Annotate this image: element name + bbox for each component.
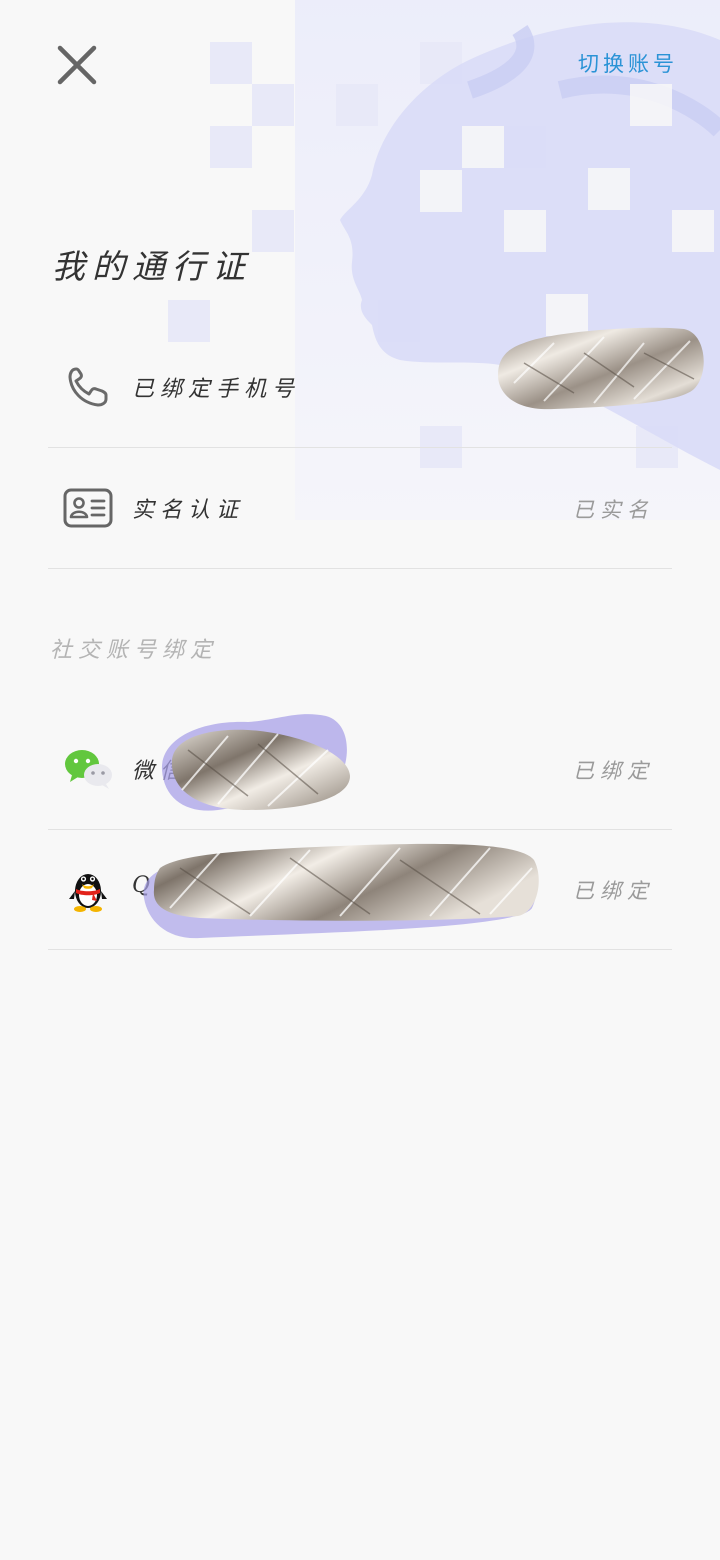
id-card-icon	[63, 488, 113, 528]
redaction-phone	[498, 327, 704, 410]
qq-status: 已绑定	[573, 879, 654, 903]
close-icon	[57, 45, 97, 85]
wechat-icon	[65, 750, 112, 789]
real-name-label: 实名认证	[132, 498, 245, 523]
qq-icon	[69, 874, 107, 912]
social-section-title: 社交账号绑定	[50, 638, 219, 663]
real-name-status: 已实名	[573, 498, 654, 522]
switch-account-link[interactable]: 切换账号	[578, 48, 678, 78]
phone-icon	[68, 367, 108, 407]
real-name-row[interactable]: 实名认证 已实名	[48, 448, 672, 569]
wechat-status: 已绑定	[573, 759, 654, 783]
close-button[interactable]	[52, 40, 102, 90]
page-title: 我的通行证	[52, 247, 252, 286]
redaction-wechat	[161, 714, 350, 811]
wechat-row[interactable]: 微信 已绑定	[48, 709, 672, 830]
redaction-qq	[143, 843, 539, 939]
bound-phone-label: 已绑定手机号	[132, 377, 301, 402]
